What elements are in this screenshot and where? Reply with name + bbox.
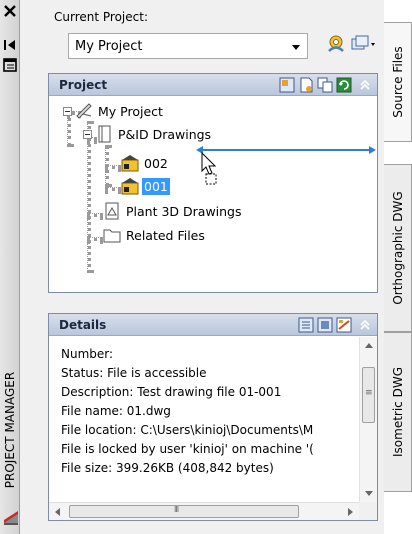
details-section-header: Details — [49, 314, 377, 336]
drawing-file-icon — [121, 155, 139, 172]
tree-node-label: Related Files — [126, 227, 205, 243]
current-project-value: My Project — [75, 39, 143, 54]
project-tree: My Project P&ID Drawings 002 001 Plant 3… — [49, 97, 377, 292]
tree-node-001[interactable]: 001 — [121, 176, 170, 196]
pid-folder-icon — [98, 125, 111, 143]
detail-number: Number: — [61, 347, 114, 361]
tab-source-files[interactable]: Source Files — [384, 22, 412, 142]
autocad-plant-logo-icon — [4, 511, 18, 525]
details-text-area: Number: Status: File is accessible Descr… — [49, 337, 359, 502]
detail-description: Description: Test drawing file 01-001 — [61, 385, 282, 399]
project-section-header: Project — [49, 74, 377, 96]
folder-icon — [103, 229, 121, 243]
tree-node-related-files[interactable]: Related Files — [103, 225, 207, 245]
tab-isometric-dwg[interactable]: Isometric DWG — [384, 332, 412, 492]
project-manager-palette: PROJECT MANAGER Current Project: My Proj… — [0, 0, 412, 534]
scroll-thumb[interactable] — [69, 505, 299, 518]
auto-hide-icon[interactable] — [3, 38, 17, 52]
data-view-icon[interactable] — [336, 317, 352, 333]
collapse-up-icon[interactable] — [359, 78, 371, 92]
project-section-title: Project — [59, 78, 108, 92]
drag-insert-line — [200, 149, 372, 151]
detail-status: Status: File is accessible — [61, 366, 207, 380]
current-project-label: Current Project: — [54, 10, 148, 24]
tab-label: Isometric DWG — [390, 367, 405, 457]
details-vertical-scrollbar[interactable] — [359, 337, 377, 502]
tree-node-pid-drawings[interactable]: P&ID Drawings — [83, 124, 213, 144]
tab-label: Source Files — [390, 46, 405, 118]
preview-icon[interactable] — [317, 317, 333, 333]
tab-orthographic-dwg[interactable]: Orthographic DWG — [384, 164, 412, 332]
collapse-up-icon[interactable] — [359, 318, 371, 332]
data-manager-icon[interactable] — [350, 33, 376, 55]
drawing-file-icon — [121, 178, 139, 195]
detail-file-location: File location: C:\Users\kinioj\Documents… — [61, 423, 314, 437]
main-panel: Current Project: My Project Project My P… — [20, 0, 384, 534]
detail-file-size: File size: 399.26KB (408,842 bytes) — [61, 461, 274, 475]
close-icon[interactable] — [3, 4, 17, 18]
right-tab-strip: Source Files Orthographic DWG Isometric … — [384, 0, 412, 534]
collapse-toggle-icon[interactable] — [83, 129, 92, 139]
tree-node-label: P&ID Drawings — [118, 126, 212, 142]
detail-file-name: File name: 01.dwg — [61, 404, 171, 418]
palette-title: PROJECT MANAGER — [3, 371, 17, 489]
tree-node-label: 002 — [144, 155, 168, 171]
properties-icon[interactable] — [3, 58, 17, 72]
new-drawing-icon[interactable] — [298, 77, 314, 93]
plant3d-folder-icon — [105, 202, 119, 220]
tree-node-plant-3d-drawings[interactable]: Plant 3D Drawings — [103, 201, 244, 221]
palette-title-strip: PROJECT MANAGER — [0, 0, 20, 534]
scroll-up-icon[interactable] — [365, 343, 373, 348]
current-project-dropdown[interactable]: My Project — [68, 33, 308, 59]
detail-lock-status: File is locked by user 'kinioj' on machi… — [61, 442, 314, 456]
details-toolbar — [298, 317, 371, 333]
copy-drawing-icon[interactable] — [317, 77, 333, 93]
tree-node-002[interactable]: 002 — [121, 153, 170, 173]
project-properties-icon[interactable] — [279, 77, 295, 93]
details-section: Details Number: Status: File is accessib… — [48, 313, 378, 521]
scroll-left-icon[interactable] — [55, 508, 60, 516]
details-section-title: Details — [59, 318, 107, 332]
scroll-thumb[interactable] — [362, 367, 375, 423]
tree-node-label: Plant 3D Drawings — [126, 203, 242, 219]
scroll-down-icon[interactable] — [365, 491, 373, 496]
project-icon — [76, 103, 92, 119]
chevron-down-icon — [292, 45, 300, 50]
tree-node-my-project[interactable]: My Project — [63, 101, 165, 121]
tree-node-label: My Project — [98, 103, 163, 119]
drag-cursor-icon — [201, 152, 217, 185]
refresh-icon[interactable] — [336, 77, 352, 93]
details-view-icon[interactable] — [298, 317, 314, 333]
tab-label: Orthographic DWG — [390, 191, 405, 305]
details-horizontal-scrollbar[interactable] — [49, 502, 359, 520]
scrollbar-corner — [359, 502, 377, 520]
tree-node-label-selected: 001 — [142, 177, 170, 195]
collapse-toggle-icon[interactable] — [63, 106, 72, 116]
project-toolbar — [279, 77, 371, 93]
project-setup-icon[interactable] — [326, 33, 346, 55]
scroll-right-icon[interactable] — [348, 508, 353, 516]
